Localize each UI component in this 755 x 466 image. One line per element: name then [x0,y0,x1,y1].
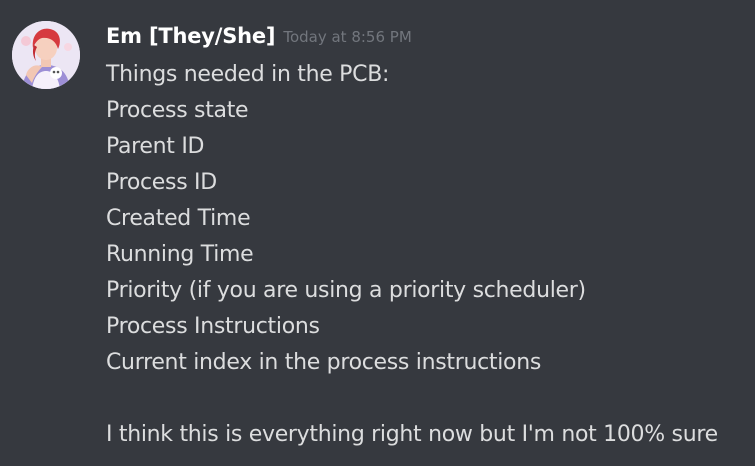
username[interactable]: Em [They/She] [106,24,276,48]
message-line: Process Instructions [106,314,320,339]
message-line: Created Time [106,206,251,231]
message-line: Current index in the process instruction… [106,350,542,375]
message-header: Em [They/She] Today at 8:56 PM [106,24,412,48]
user-avatar[interactable] [12,21,80,89]
avatar-illustration-icon [12,21,80,89]
message-line: Running Time [106,242,254,267]
message-line: Priority (if you are using a priority sc… [106,278,586,303]
message-line: Process state [106,98,249,123]
timestamp[interactable]: Today at 8:56 PM [283,28,411,46]
message-content: Things needed in the PCB: Process state … [106,57,746,453]
message-line: Things needed in the PCB: [106,62,390,87]
chat-message: Em [They/She] Today at 8:56 PM Things nee… [0,0,755,466]
message-line: Process ID [106,170,217,195]
message-line: I think this is everything right now but… [106,422,718,447]
message-line: Parent ID [106,134,205,159]
